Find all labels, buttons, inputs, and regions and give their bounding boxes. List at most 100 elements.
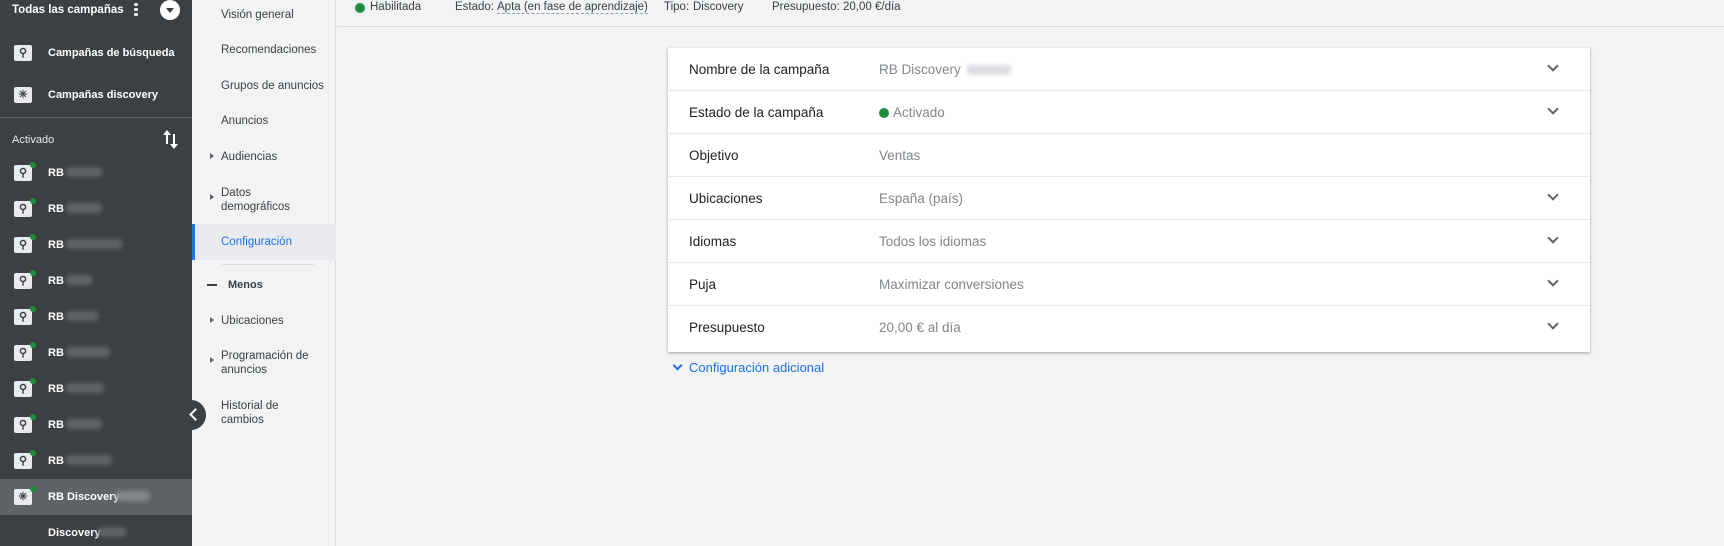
divider xyxy=(0,117,192,118)
active-indicator xyxy=(192,224,195,260)
setting-label: Idiomas xyxy=(689,234,737,249)
tipo-value: Discovery xyxy=(693,1,744,13)
setting-label: Puja xyxy=(689,277,717,292)
menu-item-label: Datos demográficos xyxy=(221,187,291,213)
redacted-text xyxy=(66,419,102,429)
chevron-down-icon[interactable] xyxy=(1547,60,1559,72)
settings-row-bidding[interactable]: Puja Maximizar conversiones xyxy=(668,263,1590,306)
expand-arrow-icon xyxy=(210,153,214,159)
campaign-item[interactable]: ⚲ RB xyxy=(0,443,192,479)
search-icon: ⚲ xyxy=(14,453,32,469)
campaign-item[interactable]: ⚲ RB xyxy=(0,371,192,407)
status-dot xyxy=(30,234,36,240)
settings-row-languages[interactable]: Idiomas Todos los idiomas xyxy=(668,220,1590,263)
menu-item-audiences[interactable]: Audiencias xyxy=(192,150,336,170)
status-dot xyxy=(30,162,36,168)
campaign-item[interactable]: ⚲ RB xyxy=(0,407,192,443)
less-toggle[interactable]: Menos xyxy=(228,279,263,291)
settings-row-budget[interactable]: Presupuesto 20,00 € al día xyxy=(668,306,1590,349)
menu-item-ads[interactable]: Anuncios xyxy=(192,114,336,134)
setting-value: Activado xyxy=(879,105,945,120)
all-campaigns-title[interactable]: Todas las campañas xyxy=(12,4,124,16)
campaign-item[interactable]: ⚲ RB xyxy=(0,155,192,191)
campaign-item[interactable]: ⚲ RB xyxy=(0,263,192,299)
status-dot xyxy=(355,3,365,13)
estado-label: Estado: xyxy=(455,1,494,13)
menu-item-label: Programación de anuncios xyxy=(221,350,309,376)
redacted-text xyxy=(66,239,122,249)
minus-icon[interactable] xyxy=(207,284,217,286)
discovery-campaigns-item[interactable]: ✳ Campañas discovery xyxy=(0,77,192,113)
menu-item-overview[interactable]: Visión general xyxy=(192,8,336,28)
campaign-item[interactable]: ⚲ RB xyxy=(0,335,192,371)
menu-item-settings[interactable]: Configuración xyxy=(192,224,336,260)
search-icon: ⚲ xyxy=(14,201,32,217)
adgroup-item[interactable]: Discovery xyxy=(0,515,192,546)
page-menu: Visión general Recomendaciones Grupos de… xyxy=(192,0,336,546)
setting-label: Nombre de la campaña xyxy=(689,62,830,77)
campaign-settings-card: Nombre de la campaña RB Discovery Estado… xyxy=(668,48,1590,352)
divider xyxy=(222,264,314,265)
campaign-navigation: Todas las campañas ⚲ Campañas de búsqued… xyxy=(0,0,192,546)
chevron-down-icon xyxy=(672,360,683,371)
search-campaigns-item[interactable]: ⚲ Campañas de búsqueda xyxy=(0,35,192,71)
redacted-text xyxy=(66,275,92,285)
dropdown-icon[interactable] xyxy=(160,0,180,20)
settings-row-name[interactable]: Nombre de la campaña RB Discovery xyxy=(668,48,1590,91)
setting-value: Todos los idiomas xyxy=(879,234,987,249)
menu-item-label: Anuncios xyxy=(221,115,269,127)
campaign-label: RB xyxy=(48,239,64,251)
discovery-icon: ✳ xyxy=(14,489,32,505)
chevron-down-icon[interactable] xyxy=(1547,189,1559,201)
search-icon: ⚲ xyxy=(14,237,32,253)
adgroup-label: Discovery xyxy=(48,527,101,539)
settings-row-objective: Objetivo Ventas xyxy=(668,134,1590,177)
more-vert-icon[interactable] xyxy=(132,1,140,19)
menu-item-demographics[interactable]: Datos demográficos xyxy=(192,186,336,216)
chevron-down-icon[interactable] xyxy=(1547,275,1559,287)
campaign-item-selected[interactable]: ✳ RB Discovery xyxy=(0,479,192,515)
redacted-text xyxy=(116,491,150,501)
menu-item-change-history[interactable]: Historial de cambios xyxy=(192,399,336,429)
menu-item-label: Grupos de anuncios xyxy=(221,80,324,92)
settings-row-status[interactable]: Estado de la campaña Activado xyxy=(668,91,1590,134)
menu-item-ad-groups[interactable]: Grupos de anuncios xyxy=(192,79,336,99)
menu-item-label: Historial de cambios xyxy=(221,400,279,426)
setting-label: Presupuesto xyxy=(689,320,765,335)
campaign-label: RB xyxy=(48,419,64,431)
chevron-down-icon[interactable] xyxy=(1547,318,1559,330)
status-dot xyxy=(30,450,36,456)
setting-value: 20,00 € al día xyxy=(879,320,961,335)
campaign-item[interactable]: ⚲ RB xyxy=(0,227,192,263)
campaign-label: RB xyxy=(48,311,64,323)
setting-label: Objetivo xyxy=(689,148,739,163)
menu-item-label: Ubicaciones xyxy=(221,315,284,327)
campaign-item[interactable]: ⚲ RB xyxy=(0,191,192,227)
status-dot xyxy=(30,486,36,492)
settings-row-locations[interactable]: Ubicaciones España (país) xyxy=(668,177,1590,220)
campaign-label: RB Discovery xyxy=(48,491,120,503)
estado-value[interactable]: Apta (en fase de aprendizaje) xyxy=(497,1,648,14)
status-dot xyxy=(30,198,36,204)
menu-item-label: Audiencias xyxy=(221,151,278,163)
menu-item-placements[interactable]: Ubicaciones xyxy=(192,314,336,334)
chevron-down-icon[interactable] xyxy=(1547,103,1559,115)
search-icon: ⚲ xyxy=(14,381,32,397)
setting-label: Ubicaciones xyxy=(689,191,763,206)
menu-item-ad-schedule[interactable]: Programación de anuncios xyxy=(192,349,336,379)
setting-value: España (país) xyxy=(879,191,964,206)
menu-item-recommendations[interactable]: Recomendaciones xyxy=(192,43,336,63)
search-campaigns-label: Campañas de búsqueda xyxy=(48,47,175,59)
campaign-label: RB xyxy=(48,455,64,467)
campaign-item[interactable]: ⚲ RB xyxy=(0,299,192,335)
redacted-text xyxy=(66,383,104,393)
campaign-name-value: RB Discovery xyxy=(879,62,961,77)
search-icon: ⚲ xyxy=(14,165,32,181)
all-campaigns-header[interactable]: Todas las campañas xyxy=(0,0,192,22)
sort-icon[interactable] xyxy=(163,130,179,149)
campaign-status-bar: Habilitada Estado: Apta (en fase de apre… xyxy=(337,0,1724,27)
search-icon: ⚲ xyxy=(14,309,32,325)
menu-item-label: Visión general xyxy=(221,9,294,21)
chevron-down-icon[interactable] xyxy=(1547,232,1559,244)
campaign-state[interactable]: Habilitada xyxy=(370,1,421,13)
